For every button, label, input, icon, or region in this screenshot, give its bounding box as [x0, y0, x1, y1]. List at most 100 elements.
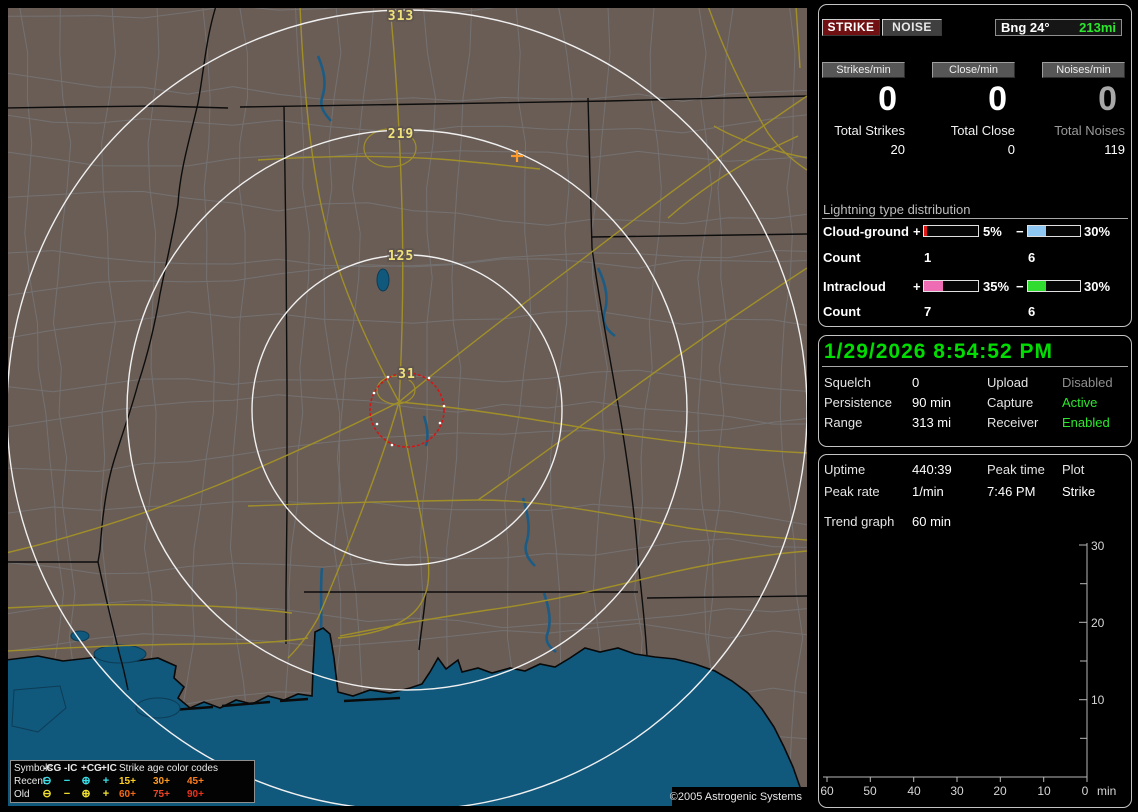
peak-time-value: 7:46 PM [987, 484, 1036, 499]
svg-text:©2005 Astrogenic Systems: ©2005 Astrogenic Systems [670, 791, 803, 803]
squelch-value: 0 [912, 375, 920, 390]
intracloud-count-row: Count 7 6 [819, 304, 1131, 319]
age-60: 60+ [119, 789, 136, 800]
x-tick-30: 30 [950, 784, 964, 798]
ic-minus-bar [1027, 280, 1081, 292]
cg-minus-count: 6 [1028, 250, 1036, 265]
x-tick-50: 50 [863, 784, 877, 798]
plot-label: Plot [1062, 462, 1085, 477]
capture-label: Capture [987, 395, 1034, 410]
noises-rate-value: 0 [1098, 80, 1117, 118]
strike-mode-button[interactable]: STRIKE [822, 19, 880, 36]
range-value: 313 mi [912, 415, 952, 430]
age-15: 15+ [119, 776, 136, 787]
close-per-min-button[interactable]: Close/min [932, 62, 1015, 78]
sidebar: STRIKE NOISE Bng 24° 213mi Strikes/min 0… [818, 4, 1132, 808]
total-noises-label: Total Noises [1054, 123, 1125, 138]
cg-plus-bar [923, 225, 979, 237]
legend-col-pos-cg: +CG [81, 763, 102, 774]
x-tick-60: 60 [820, 784, 834, 798]
plus-sign: + [913, 279, 921, 294]
persistence-label: Persistence [824, 395, 892, 410]
y-tick-10: 10 [1091, 693, 1105, 707]
receiver-label: Receiver [987, 415, 1039, 430]
cg-minus-bar [1027, 225, 1081, 237]
uptime-value: 440:39 [912, 462, 952, 477]
uptime-label: Uptime [824, 462, 866, 477]
ring-label-125: 125 [388, 249, 414, 264]
clock-display: 1/29/2026 8:54:52 PM [824, 340, 1053, 363]
ic-minus-count: 6 [1028, 304, 1036, 319]
distribution-title: Lightning type distribution [823, 202, 971, 217]
x-tick-10: 10 [1037, 784, 1051, 798]
strikes-rate-value: 0 [878, 80, 897, 118]
count-label: Count [823, 304, 861, 319]
range-label: Range [824, 415, 863, 430]
counters-panel: STRIKE NOISE Bng 24° 213mi Strikes/min 0… [818, 4, 1132, 327]
bearing-display: Bng 24° 213mi [995, 19, 1122, 36]
trend-graph-label: Trend graph [824, 514, 895, 529]
legend-col-neg-cg: -CG [43, 763, 62, 774]
count-label: Count [823, 250, 861, 265]
legend-old-label: Old [14, 789, 30, 800]
legend-col-pos-ic: +IC [101, 763, 117, 774]
legend-age-title: Strike age color codes [119, 763, 218, 774]
ring-label-313: 313 [388, 9, 414, 24]
minus-sign: − [1016, 224, 1024, 239]
age-75: 75+ [153, 789, 170, 800]
peak-time-label: Peak time [987, 462, 1045, 477]
neg-ic-old-icon: − [63, 788, 71, 800]
upload-label: Upload [987, 375, 1029, 390]
ic-minus-pct: 30% [1084, 279, 1111, 294]
ic-plus-count: 7 [924, 304, 932, 319]
plus-sign: + [913, 224, 921, 239]
legend-col-neg-ic: -IC [64, 763, 78, 774]
total-noises-value: 119 [1104, 142, 1125, 157]
app-window: 313 219 125 31 ©2005 Astrogenic Systems … [0, 0, 1138, 812]
close-counter: Close/min 0 Total Close 0 [932, 62, 1015, 157]
map-canvas: 313 219 125 31 ©2005 Astrogenic Systems [8, 8, 807, 806]
peak-rate-value: 1/min [912, 484, 944, 499]
peak-rate-label: Peak rate [824, 484, 880, 499]
pos-ic-recent-icon: + [102, 775, 110, 787]
x-axis-unit: min [1097, 784, 1116, 798]
close-rate-value: 0 [988, 80, 1007, 118]
ring-label-31: 31 [398, 367, 416, 382]
settings-panel: 1/29/2026 8:54:52 PM Squelch 0 Upload Di… [818, 335, 1132, 447]
noises-per-min-button[interactable]: Noises/min [1042, 62, 1125, 78]
cloud-ground-count-row: Count 1 6 [819, 250, 1131, 265]
neg-cg-recent-icon: ⊖ [42, 775, 52, 787]
strikes-counter: Strikes/min 0 Total Strikes 20 [822, 62, 905, 157]
upload-status: Disabled [1062, 375, 1113, 390]
pos-cg-recent-icon: ⊕ [81, 775, 91, 787]
total-close-label: Total Close [950, 123, 1015, 138]
minus-sign: − [1016, 279, 1024, 294]
bearing-label: Bng 24° [1001, 20, 1050, 35]
status-panel: Uptime 440:39 Peak time Plot Peak rate 1… [818, 454, 1132, 808]
strikes-per-min-button[interactable]: Strikes/min [822, 62, 905, 78]
trend-graph: 30 20 10 60 50 40 30 20 10 0 min [820, 539, 1116, 798]
intracloud-row: Intracloud + 35% − 30% [819, 279, 1131, 294]
persistence-value: 90 min [912, 395, 952, 410]
settings-row: Squelch 0 Upload Disabled [819, 375, 1131, 391]
total-close-value: 0 [1007, 142, 1015, 157]
y-tick-20: 20 [1091, 616, 1105, 630]
x-tick-0: 0 [1082, 784, 1089, 798]
bearing-value: 213mi [1079, 20, 1116, 35]
cloud-ground-row: Cloud-ground + 5% − 30% [819, 224, 1131, 239]
cg-minus-pct: 30% [1084, 224, 1111, 239]
y-tick-30: 30 [1091, 539, 1105, 553]
settings-row: Persistence 90 min Capture Active [819, 395, 1131, 411]
cloud-ground-label: Cloud-ground [823, 224, 909, 239]
noise-mode-button[interactable]: NOISE [882, 19, 942, 36]
ic-plus-pct: 35% [983, 279, 1010, 294]
intracloud-label: Intracloud [823, 279, 886, 294]
map-copyright: ©2005 Astrogenic Systems [670, 787, 807, 806]
neg-ic-recent-icon: − [63, 775, 71, 787]
divider [822, 218, 1128, 219]
pos-ic-old-icon: + [102, 788, 110, 800]
x-tick-40: 40 [907, 784, 921, 798]
plot-mode-value: Strike [1062, 484, 1096, 499]
age-30: 30+ [153, 776, 170, 787]
map-display[interactable]: 313 219 125 31 ©2005 Astrogenic Systems … [8, 8, 807, 806]
